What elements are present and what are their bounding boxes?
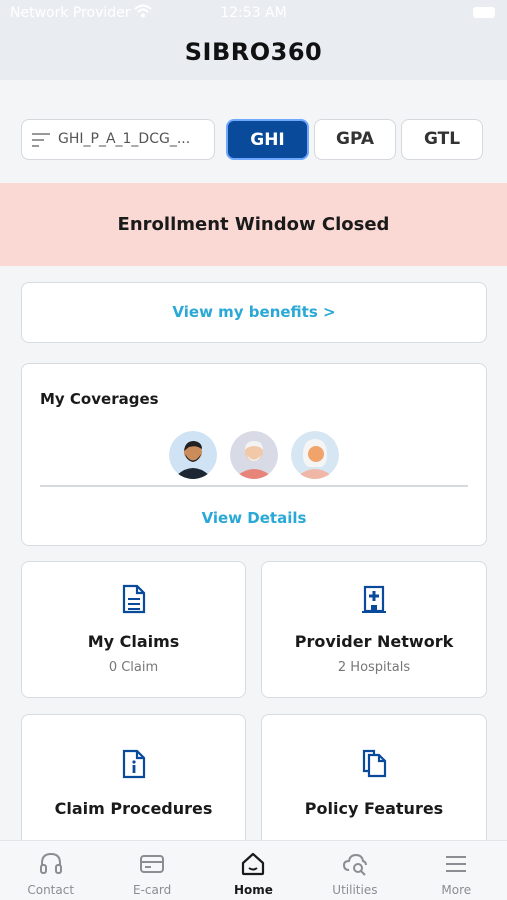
policy-features-tile[interactable]: Policy Features <box>261 714 487 854</box>
tab-home[interactable]: Home <box>203 841 304 900</box>
home-icon <box>242 852 265 876</box>
status-time: 12:53 AM <box>220 5 287 21</box>
coverages-title: My Coverages <box>40 390 159 408</box>
policy-select[interactable]: GHI_P_A_1_DCG_... <box>21 119 215 160</box>
enrollment-banner: Enrollment Window Closed <box>0 183 507 266</box>
my-claims-count: 0 Claim <box>108 660 159 675</box>
tab-utilities[interactable]: Utilities <box>304 841 405 900</box>
provider-network-title: Provider Network <box>294 632 454 651</box>
view-benefits-card[interactable]: View my benefits > <box>21 282 487 343</box>
claim-procedures-title: Claim Procedures <box>54 799 213 818</box>
claim-procedures-tile[interactable]: Claim Procedures <box>21 714 246 854</box>
tab-more[interactable]: More <box>406 841 507 900</box>
member-avatar-self[interactable] <box>169 431 217 479</box>
cloud-search-icon <box>342 853 367 876</box>
tab-contact-label: Contact <box>27 883 75 897</box>
status-bar: Network Provider 12:53 AM <box>0 0 507 28</box>
documents-icon <box>362 749 387 778</box>
tab-home-label: Home <box>234 883 273 897</box>
my-claims-title: My Claims <box>87 632 180 651</box>
chip-gtl[interactable]: GTL <box>401 119 483 160</box>
hospital-icon <box>362 585 386 613</box>
info-document-icon <box>122 749 145 779</box>
view-details-link[interactable]: View Details <box>22 509 486 527</box>
card-icon <box>140 855 165 873</box>
document-icon <box>122 584 145 614</box>
coverages-divider <box>40 485 468 487</box>
tab-ecard-label: E-card <box>132 883 172 897</box>
member-avatar-parent-2[interactable] <box>291 431 339 479</box>
battery-icon <box>473 7 495 18</box>
provider-network-tile[interactable]: Provider Network 2 Hospitals <box>261 561 487 698</box>
member-avatar-parent-1[interactable] <box>230 431 278 479</box>
app-title: SIBRO360 <box>184 38 323 66</box>
tab-ecard[interactable]: E-card <box>101 841 202 900</box>
provider-network-count: 2 Hospitals <box>337 660 411 675</box>
bottom-tab-bar: Contact E-card Home Utilities More <box>0 840 507 900</box>
chip-gpa[interactable]: GPA <box>314 119 396 160</box>
view-benefits-link[interactable]: View my benefits > <box>22 303 486 321</box>
chip-ghi[interactable]: GHI <box>226 119 309 160</box>
app-header: Network Provider 12:53 AM SIBRO360 <box>0 0 507 80</box>
my-coverages-card: My Coverages View Details <box>21 363 487 546</box>
my-claims-tile[interactable]: My Claims 0 Claim <box>21 561 246 698</box>
headset-icon <box>39 852 62 874</box>
policy-select-value: GHI_P_A_1_DCG_... <box>58 131 191 147</box>
filter-icon <box>32 133 50 147</box>
tab-contact[interactable]: Contact <box>0 841 101 900</box>
tab-utilities-label: Utilities <box>332 883 378 897</box>
tab-more-label: More <box>441 883 472 897</box>
menu-icon <box>446 856 467 872</box>
policy-features-title: Policy Features <box>304 799 444 818</box>
